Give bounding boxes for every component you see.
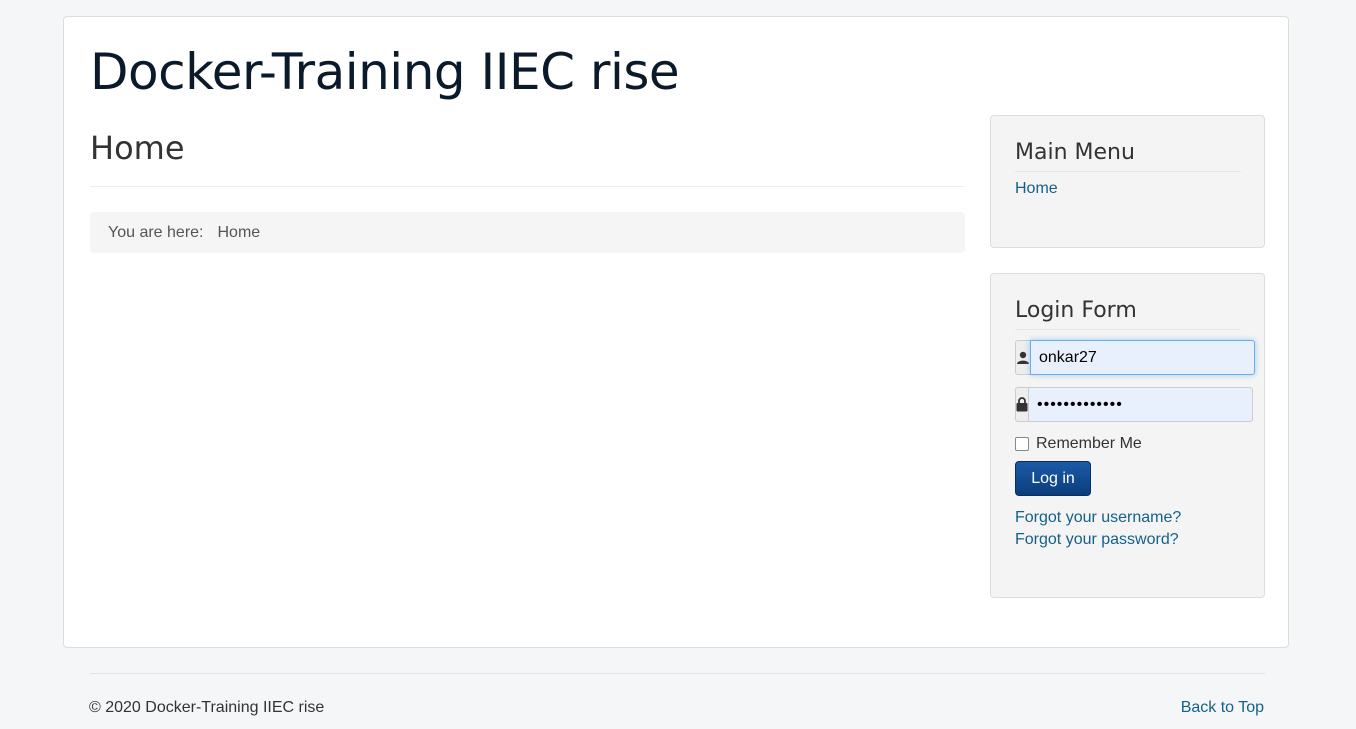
breadcrumb-current: Home (217, 223, 261, 241)
heading-divider (90, 186, 965, 187)
back-to-top-link[interactable]: Back to Top (1181, 699, 1264, 717)
password-input[interactable] (1028, 387, 1253, 422)
page-title: Home (90, 129, 185, 167)
password-group (1015, 387, 1253, 422)
login-form-module: Login Form Remember Me Log in Forgot you… (990, 273, 1265, 598)
forgot-password-link[interactable]: Forgot your password? (1015, 531, 1179, 549)
remember-me-label: Remember Me (1036, 435, 1142, 452)
username-input[interactable] (1030, 340, 1255, 375)
site-title[interactable]: Docker-Training IIEC rise (90, 40, 680, 104)
footer-copyright: © 2020 Docker-Training IIEC rise (89, 699, 325, 716)
main-menu-title: Main Menu (1015, 140, 1135, 165)
breadcrumb-label: You are here: (108, 223, 204, 241)
login-form-title: Login Form (1015, 298, 1137, 323)
user-icon (1015, 340, 1030, 375)
login-form-divider (1015, 329, 1241, 330)
lock-icon (1015, 387, 1028, 422)
remember-me[interactable]: Remember Me (1015, 435, 1142, 453)
main-menu-divider (1015, 171, 1241, 172)
username-group (1015, 340, 1255, 375)
login-button[interactable]: Log in (1015, 461, 1091, 496)
breadcrumb: You are here: Home (90, 212, 965, 253)
footer-divider (90, 673, 1265, 674)
remember-me-checkbox[interactable] (1015, 437, 1029, 451)
forgot-username-link[interactable]: Forgot your username? (1015, 509, 1181, 527)
main-menu-module: Main Menu Home (990, 115, 1265, 248)
menu-item-home[interactable]: Home (1015, 180, 1058, 198)
